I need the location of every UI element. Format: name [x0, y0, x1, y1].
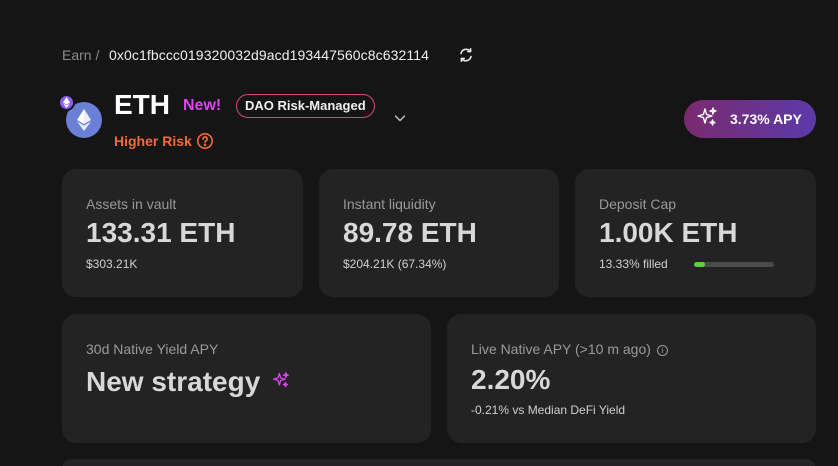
card-label: Instant liquidity: [343, 196, 436, 212]
deposit-cap-card: Deposit Cap 1.00K ETH 13.33% filled: [575, 169, 816, 297]
live-native-apy-card: Live Native APY (>10 m ago) i 2.20% -0.21…: [447, 314, 816, 443]
card-label: Deposit Cap: [599, 196, 677, 212]
card-value: 133.31 ETH: [86, 217, 236, 248]
card-label: Live Native APY (>10 m ago) i: [471, 341, 668, 357]
card-label: Assets in vault: [86, 196, 177, 212]
risk-level: Higher Risk: [114, 133, 192, 149]
chain-icon: [58, 94, 75, 111]
assets-in-vault-card: Assets in vault 133.31 ETH $303.21K: [62, 169, 303, 297]
breadcrumb-earn-link[interactable]: Earn /: [62, 47, 99, 63]
next-card: [62, 459, 816, 466]
help-circle-icon[interactable]: [196, 132, 214, 150]
deposit-cap-progress: [694, 262, 774, 267]
new-badge: New!: [183, 97, 222, 114]
card-value: 2.20%: [471, 364, 551, 395]
dao-risk-managed-badge: DAO Risk-Managed: [236, 94, 375, 118]
deposit-cap-progress-fill: [694, 262, 705, 267]
card-value: 89.78 ETH: [343, 217, 477, 248]
card-subvalue: $204.21K (67.34%): [343, 257, 447, 271]
card-value: New strategy: [86, 364, 290, 398]
apy-value: 3.73% APY: [730, 111, 802, 127]
card-value: 1.00K ETH: [599, 217, 738, 248]
card-subvalue: -0.21% vs Median DeFi Yield: [471, 403, 626, 417]
card-label-text: Live Native APY (>10 m ago): [471, 341, 651, 357]
vault-address: 0x0c1fbccc019320032d9acd193447560c8c6321…: [109, 47, 429, 63]
instant-liquidity-card: Instant liquidity 89.78 ETH $204.21K (67…: [319, 169, 559, 297]
chevron-down-icon[interactable]: [392, 110, 408, 126]
native-yield-30d-card: 30d Native Yield APY New strategy: [62, 314, 431, 443]
token-name: ETH: [114, 89, 170, 120]
card-subvalue: $303.21K: [86, 257, 138, 271]
token-logo: [58, 94, 104, 140]
apy-badge[interactable]: 3.73% APY: [684, 100, 816, 138]
card-label: 30d Native Yield APY: [86, 341, 219, 357]
sparkle-icon: [696, 106, 718, 133]
refresh-icon[interactable]: [457, 46, 475, 64]
info-icon[interactable]: i: [656, 345, 668, 356]
sparkle-icon: [272, 364, 290, 396]
card-subvalue: 13.33% filled: [599, 257, 668, 271]
card-value-text: New strategy: [86, 366, 261, 397]
